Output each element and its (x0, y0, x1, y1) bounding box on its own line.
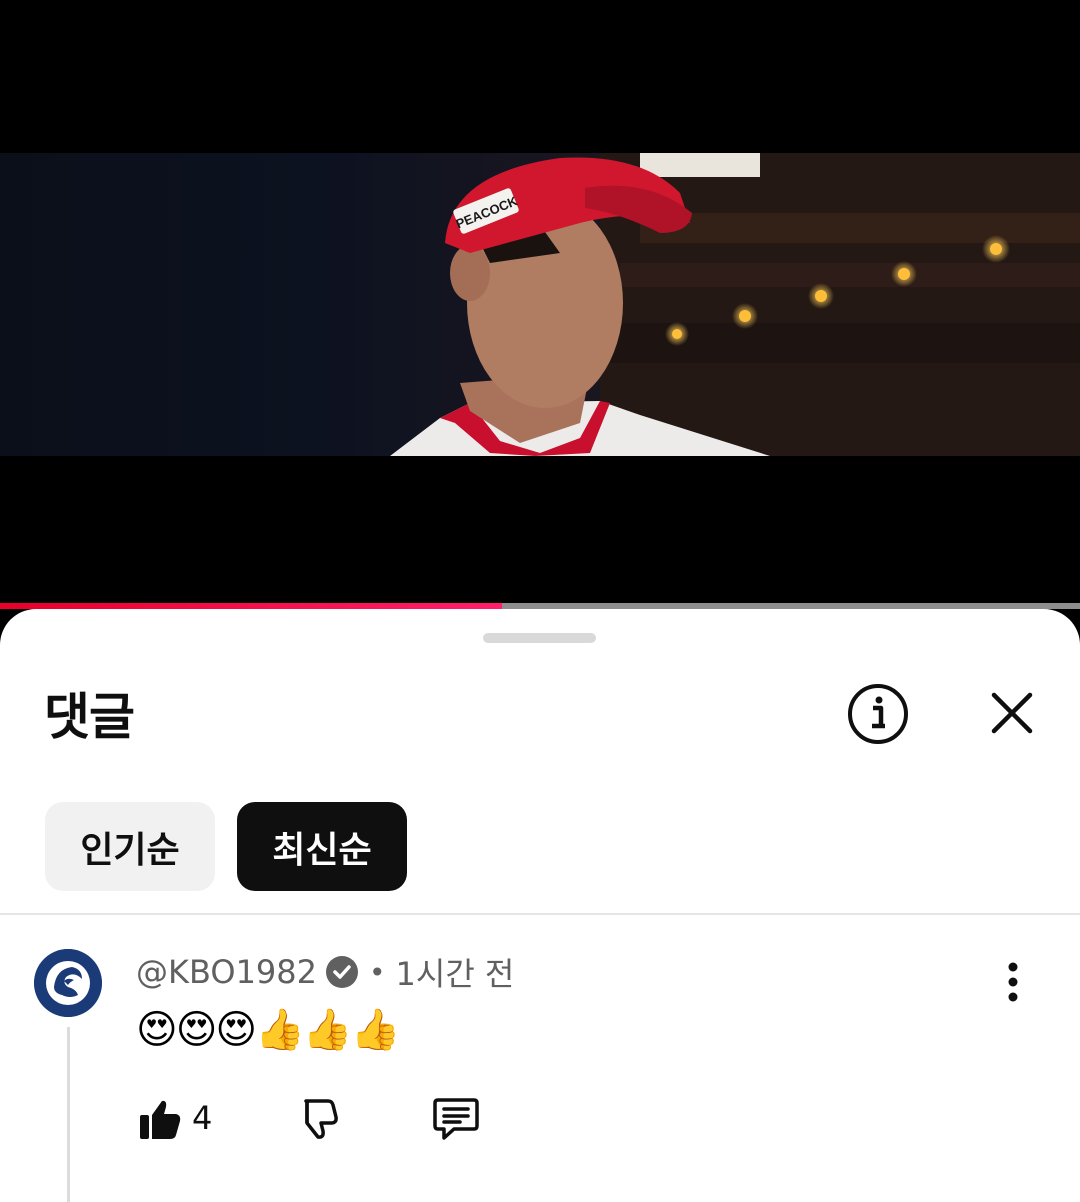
comments-sheet: 댓글 인기순 최신순 @KBO1982 • 1시간 전 😍😍😍👍👍👍 4 (0, 609, 1080, 1202)
kbo-logo-icon (34, 949, 102, 1017)
like-count: 4 (192, 1099, 213, 1137)
video-player[interactable]: PEACOCK (0, 0, 1080, 604)
thumbs-up-filled-icon (140, 1100, 181, 1139)
comment-timestamp: 1시간 전 (395, 955, 515, 993)
comments-title: 댓글 (44, 688, 135, 746)
verified-check-icon (325, 955, 359, 989)
sheet-drag-handle[interactable] (483, 633, 596, 643)
comment-text: 😍😍😍👍👍👍 (136, 1007, 401, 1053)
like-button[interactable] (136, 1095, 184, 1143)
comment-reply-icon (433, 1098, 479, 1140)
comment-more-button[interactable] (993, 959, 1033, 1005)
video-frame: PEACOCK (0, 153, 1080, 456)
thumbs-down-outline-icon (304, 1099, 338, 1139)
info-circle-icon (848, 684, 908, 744)
reply-button[interactable] (432, 1095, 480, 1143)
thread-line (67, 1027, 70, 1202)
close-button[interactable] (980, 681, 1044, 745)
dislike-button[interactable] (292, 1095, 340, 1143)
avatar[interactable] (34, 949, 102, 1017)
sort-chip-newest[interactable]: 최신순 (237, 802, 407, 891)
comment-author[interactable]: @KBO1982 (136, 953, 317, 991)
sort-divider (0, 913, 1080, 915)
comment-meta: @KBO1982 • 1시간 전 (136, 951, 514, 993)
sort-chip-popular[interactable]: 인기순 (45, 802, 215, 891)
vertical-dots-menu-icon (1008, 962, 1018, 1002)
info-button[interactable] (843, 679, 913, 749)
meta-separator: • (369, 955, 386, 989)
close-x-icon (991, 692, 1033, 734)
